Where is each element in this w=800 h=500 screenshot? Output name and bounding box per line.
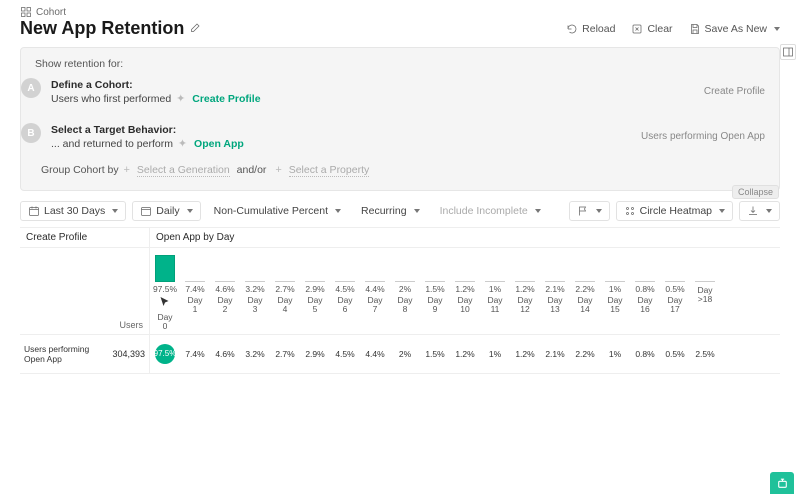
step-b-subtext: ... and returned to perform: [51, 138, 173, 150]
clear-icon: [631, 23, 643, 35]
day-column: 1.2%Day10: [450, 252, 480, 332]
add-property-icon[interactable]: +: [275, 164, 281, 176]
save-icon: [689, 23, 701, 35]
reload-button[interactable]: Reload: [566, 23, 615, 35]
retention-cell[interactable]: 2.5%: [690, 335, 720, 373]
side-panel-toggle[interactable]: [780, 44, 796, 60]
table-left-header: Create Profile: [20, 228, 150, 247]
day-column: 3.2%Day3: [240, 252, 270, 332]
add-generation-icon[interactable]: +: [124, 164, 130, 176]
save-as-new-button[interactable]: Save As New: [689, 23, 780, 35]
granularity-picker[interactable]: Daily: [132, 201, 200, 221]
recurring-picker[interactable]: Recurring: [354, 202, 427, 220]
day-column: 4.5%Day6: [330, 252, 360, 332]
retention-bars: 97.5%Day07.4%Day14.6%Day23.2%Day32.7%Day…: [150, 248, 720, 334]
calendar-icon: [28, 205, 40, 217]
retention-cell[interactable]: 2%: [390, 335, 420, 373]
config-panel: Show retention for: A Define a Cohort: U…: [20, 47, 780, 191]
table-toolbar: Last 30 Days Daily Non-Cumulative Percen…: [0, 195, 800, 227]
step-a-event[interactable]: Create Profile: [192, 93, 260, 105]
retention-cell[interactable]: 2.1%: [540, 335, 570, 373]
day-column: 7.4%Day1: [180, 252, 210, 332]
show-retention-label: Show retention for:: [35, 58, 765, 70]
group-by-label: Group Cohort by: [41, 164, 119, 176]
step-a-badge: A: [21, 78, 41, 98]
retention-cell[interactable]: 0.8%: [630, 335, 660, 373]
step-b-event[interactable]: Open App: [194, 138, 244, 150]
calendar-icon: [140, 205, 152, 217]
step-b-badge: B: [21, 123, 41, 143]
step-a-subtext: Users who first performed: [51, 93, 171, 105]
download-icon: [747, 205, 759, 217]
retention-circles: 97.5%7.4%4.6%3.2%2.7%2.9%4.5%4.4%2%1.5%1…: [150, 335, 720, 373]
viz-type-picker[interactable]: Circle Heatmap: [616, 201, 733, 221]
retention-cell[interactable]: 1%: [600, 335, 630, 373]
day-column: 1%Day15: [600, 252, 630, 332]
retention-cell[interactable]: 1%: [480, 335, 510, 373]
group-conj: and/or: [237, 164, 267, 176]
day-column: 1.2%Day12: [510, 252, 540, 332]
retention-cell[interactable]: 3.2%: [240, 335, 270, 373]
layout-icon: [782, 46, 794, 58]
row-label: Users performing Open App: [20, 340, 115, 368]
select-generation[interactable]: Select a Generation: [137, 164, 230, 177]
bot-icon: [776, 477, 789, 490]
add-action-icon[interactable]: ✦: [178, 138, 187, 150]
row-users: 304,393: [115, 335, 150, 373]
retention-cell[interactable]: 4.6%: [210, 335, 240, 373]
help-fab[interactable]: [770, 472, 794, 494]
reload-icon: [566, 23, 578, 35]
retention-cell[interactable]: 2.2%: [570, 335, 600, 373]
grid-icon: [624, 205, 636, 217]
cursor-icon: [159, 296, 171, 311]
page-title: New App Retention: [20, 18, 184, 39]
day-column: 0.5%Day17: [660, 252, 690, 332]
day-column: 4.4%Day7: [360, 252, 390, 332]
mode-picker[interactable]: Non-Cumulative Percent: [207, 202, 348, 220]
day-column: 2.7%Day4: [270, 252, 300, 332]
retention-cell[interactable]: 1.2%: [450, 335, 480, 373]
retention-cell[interactable]: 7.4%: [180, 335, 210, 373]
day-column: 1%Day11: [480, 252, 510, 332]
select-property[interactable]: Select a Property: [289, 164, 370, 177]
retention-cell[interactable]: 2.7%: [270, 335, 300, 373]
day-column: 0.8%Day16: [630, 252, 660, 332]
day-column: 2.9%Day5: [300, 252, 330, 332]
collapse-button[interactable]: Collapse: [732, 185, 779, 199]
add-action-icon[interactable]: ✦: [176, 93, 185, 105]
retention-cell[interactable]: 4.5%: [330, 335, 360, 373]
day-column: 1.5%Day9: [420, 252, 450, 332]
step-b-heading: Select a Target Behavior:: [51, 124, 631, 136]
day-column: 97.5%Day0: [150, 252, 180, 332]
clear-button[interactable]: Clear: [631, 23, 672, 35]
breadcrumb[interactable]: Cohort: [20, 6, 780, 18]
download-button[interactable]: [739, 201, 780, 221]
day-column: 2.2%Day14: [570, 252, 600, 332]
date-range-picker[interactable]: Last 30 Days: [20, 201, 126, 221]
day-column: 4.6%Day2: [210, 252, 240, 332]
grid-icon: [20, 6, 32, 18]
day-column: Day>18: [690, 252, 720, 332]
breadcrumb-label: Cohort: [36, 7, 66, 18]
step-a-aside: Create Profile: [704, 86, 765, 97]
day-column: 2.1%Day13: [540, 252, 570, 332]
retention-cell[interactable]: 1.2%: [510, 335, 540, 373]
flag-icon: [577, 205, 589, 217]
retention-cell[interactable]: 2.9%: [300, 335, 330, 373]
day-column: 2%Day8: [390, 252, 420, 332]
retention-cell[interactable]: 0.5%: [660, 335, 690, 373]
include-incomplete-picker[interactable]: Include Incomplete: [433, 202, 548, 220]
edit-icon[interactable]: [190, 21, 202, 36]
step-a-heading: Define a Cohort:: [51, 79, 694, 91]
retention-cell[interactable]: 97.5%: [150, 335, 180, 373]
flag-button[interactable]: [569, 201, 610, 221]
users-column-label: Users: [119, 320, 143, 330]
step-b-aside: Users performing Open App: [641, 131, 765, 142]
retention-cell[interactable]: 4.4%: [360, 335, 390, 373]
retention-cell[interactable]: 1.5%: [420, 335, 450, 373]
table-right-header: Open App by Day: [150, 228, 240, 247]
